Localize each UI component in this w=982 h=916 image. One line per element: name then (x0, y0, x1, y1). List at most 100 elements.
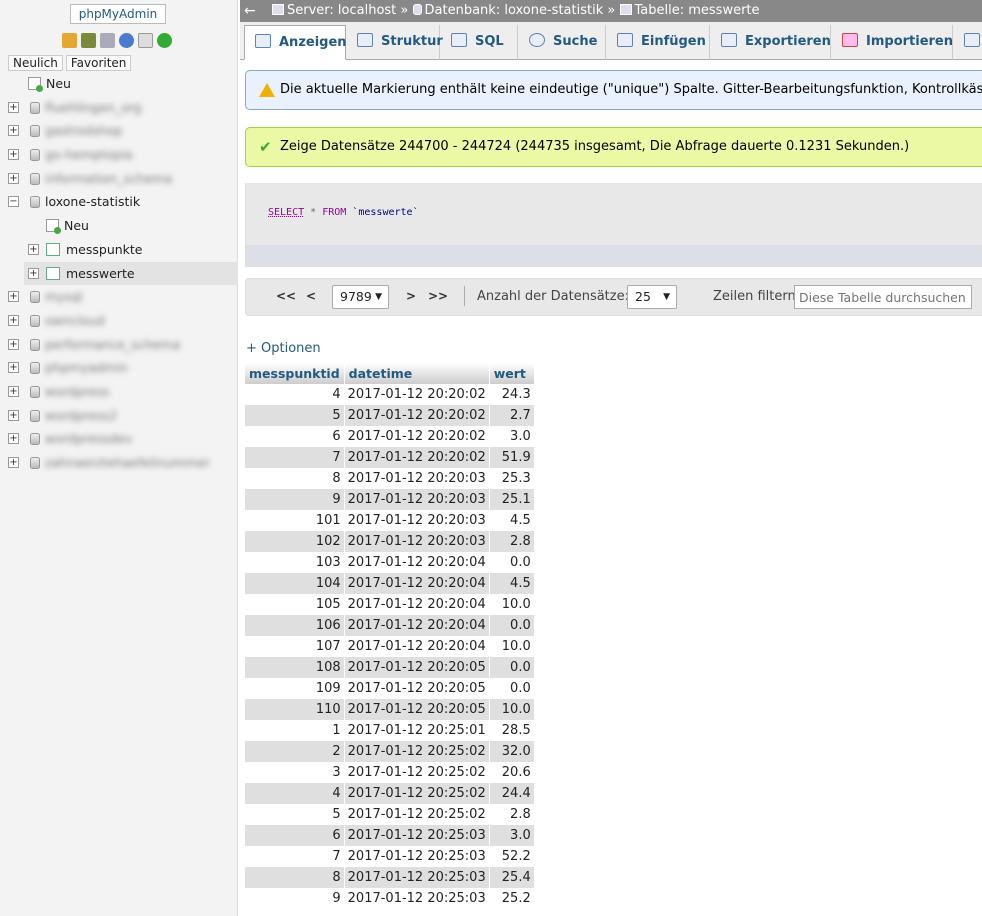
column-header-wert[interactable]: wert (489, 363, 535, 384)
table-row[interactable]: 110 2017-01-12 20:20:05 10.0 (245, 699, 535, 720)
table-row[interactable]: 106 2017-01-12 20:20:04 0.0 (245, 615, 535, 636)
tab-browse[interactable]: Anzeigen (244, 25, 347, 60)
cell-wert[interactable]: 10.0 (489, 699, 535, 720)
cell-wert[interactable]: 28.5 (489, 720, 535, 741)
cell-messpunktid[interactable]: 108 (245, 657, 345, 678)
cell-datetime[interactable]: 2017-01-12 20:20:04 (344, 552, 490, 573)
tree-database-item[interactable]: + fluehlingen_org (0, 96, 238, 120)
expand-icon[interactable]: + (8, 291, 19, 303)
cell-messpunktid[interactable]: 4 (245, 783, 345, 804)
cell-messpunktid[interactable]: 3 (245, 762, 345, 783)
tree-table-item[interactable]: + messwerte (24, 261, 238, 286)
cell-messpunktid[interactable]: 104 (245, 573, 345, 594)
rows-count-select[interactable]: 25 ▼ (627, 285, 677, 309)
cell-datetime[interactable]: 2017-01-12 20:20:02 (344, 447, 490, 468)
table-row[interactable]: 107 2017-01-12 20:20:04 10.0 (245, 636, 535, 657)
cell-datetime[interactable]: 2017-01-12 20:25:02 (344, 762, 490, 783)
prev-page-button[interactable]: < (306, 289, 316, 303)
sql-query[interactable]: SELECT * FROM `messwerte` (268, 207, 419, 218)
cell-datetime[interactable]: 2017-01-12 20:25:03 (344, 825, 490, 846)
table-row[interactable]: 7 2017-01-12 20:20:02 51.9 (245, 447, 535, 468)
cell-wert[interactable]: 25.3 (489, 468, 535, 489)
expand-icon[interactable]: + (8, 125, 19, 137)
tab-recent[interactable]: Neulich (8, 55, 63, 71)
page-select[interactable]: 9789 ▼ (332, 285, 389, 309)
cell-datetime[interactable]: 2017-01-12 20:20:05 (344, 678, 490, 699)
cell-datetime[interactable]: 2017-01-12 20:25:02 (344, 741, 490, 762)
tab-search[interactable]: Suche (519, 25, 606, 60)
expand-icon[interactable]: + (8, 338, 19, 350)
cell-wert[interactable]: 0.0 (489, 552, 535, 573)
table-row[interactable]: 1 2017-01-12 20:25:01 28.5 (245, 720, 535, 741)
cell-datetime[interactable]: 2017-01-12 20:20:02 (344, 426, 490, 447)
table-row[interactable]: 8 2017-01-12 20:25:03 25.4 (245, 867, 535, 888)
tree-database-item[interactable]: + phpmyadmin (0, 356, 238, 380)
phpmyadmin-logo[interactable]: phpMyAdmin (70, 4, 166, 24)
cell-datetime[interactable]: 2017-01-12 20:20:03 (344, 510, 490, 531)
table-row[interactable]: 105 2017-01-12 20:20:04 10.0 (245, 594, 535, 615)
filter-rows-input[interactable] (794, 285, 972, 309)
cell-wert[interactable]: 0.0 (489, 678, 535, 699)
expand-icon[interactable]: + (28, 243, 39, 255)
cell-wert[interactable]: 25.2 (489, 888, 535, 909)
tree-database-item[interactable]: + owncloud (0, 309, 238, 333)
tree-database-item[interactable]: + performance_schema (0, 333, 238, 357)
cell-wert[interactable]: 24.4 (489, 783, 535, 804)
tab-insert[interactable]: Einfügen (607, 25, 710, 60)
tree-database-item[interactable]: + zahnaerztehaefelinummer (0, 451, 238, 475)
cell-messpunktid[interactable]: 106 (245, 615, 345, 636)
cell-messpunktid[interactable]: 6 (245, 426, 345, 447)
first-page-button[interactable]: << (276, 289, 296, 303)
table-row[interactable]: 9 2017-01-12 20:20:03 25.1 (245, 489, 535, 510)
breadcrumb-server[interactable]: Server: localhost (287, 3, 396, 18)
expand-icon[interactable]: + (8, 385, 19, 397)
table-row[interactable]: 4 2017-01-12 20:20:02 24.3 (245, 384, 535, 405)
expand-icon[interactable]: + (8, 149, 19, 161)
cell-messpunktid[interactable]: 8 (245, 468, 345, 489)
cell-wert[interactable]: 4.5 (489, 573, 535, 594)
table-row[interactable]: 5 2017-01-12 20:20:02 2.7 (245, 405, 535, 426)
tree-database-item[interactable]: + mysql (0, 285, 238, 309)
table-row[interactable]: 9 2017-01-12 20:25:03 25.2 (245, 888, 535, 909)
table-row[interactable]: 5 2017-01-12 20:25:02 2.8 (245, 804, 535, 825)
table-row[interactable]: 7 2017-01-12 20:25:03 52.2 (245, 846, 535, 867)
tree-new-item[interactable]: Neu (0, 72, 238, 96)
cell-messpunktid[interactable]: 7 (245, 846, 345, 867)
expand-icon[interactable]: + (8, 457, 19, 468)
cell-messpunktid[interactable]: 109 (245, 678, 345, 699)
cell-datetime[interactable]: 2017-01-12 20:20:03 (344, 531, 490, 552)
cell-wert[interactable]: 52.2 (489, 846, 535, 867)
breadcrumb-table[interactable]: Tabelle: messwerte (635, 3, 760, 18)
cell-wert[interactable]: 51.9 (489, 447, 535, 468)
collapse-icon[interactable]: − (8, 196, 19, 208)
tree-database-item[interactable]: + information_schema (0, 167, 238, 191)
cell-datetime[interactable]: 2017-01-12 20:20:05 (344, 699, 490, 720)
options-link[interactable]: + Optionen (246, 341, 321, 356)
tree-database-item[interactable]: + wordpressdev (0, 427, 238, 451)
cell-messpunktid[interactable]: 6 (245, 825, 345, 846)
cell-datetime[interactable]: 2017-01-12 20:20:03 (344, 489, 490, 510)
cell-messpunktid[interactable]: 102 (245, 531, 345, 552)
column-header-messpunktid[interactable]: messpunktid (245, 363, 345, 384)
expand-icon[interactable]: + (8, 314, 19, 326)
cell-messpunktid[interactable]: 107 (245, 636, 345, 657)
cell-wert[interactable]: 25.1 (489, 489, 535, 510)
table-row[interactable]: 108 2017-01-12 20:20:05 0.0 (245, 657, 535, 678)
tab-favorites[interactable]: Favoriten (65, 55, 132, 71)
cell-messpunktid[interactable]: 105 (245, 594, 345, 615)
expand-icon[interactable]: + (8, 362, 19, 374)
cell-datetime[interactable]: 2017-01-12 20:20:03 (344, 468, 490, 489)
cell-wert[interactable]: 10.0 (489, 594, 535, 615)
tree-database-item[interactable]: − loxone-statistik (0, 190, 238, 214)
cell-wert[interactable]: 24.3 (489, 384, 535, 405)
tab-sql[interactable]: SQL (441, 25, 518, 60)
tree-new-item[interactable]: Neu (0, 214, 238, 238)
last-page-button[interactable]: >> (428, 289, 448, 303)
table-row[interactable]: 6 2017-01-12 20:25:03 3.0 (245, 825, 535, 846)
cell-wert[interactable]: 2.8 (489, 531, 535, 552)
exit-icon[interactable] (81, 33, 96, 48)
cell-wert[interactable]: 25.4 (489, 867, 535, 888)
copy-icon[interactable] (138, 33, 153, 48)
breadcrumb-database[interactable]: Datenbank: loxone-statistik (425, 3, 604, 18)
expand-icon[interactable]: + (8, 101, 19, 113)
